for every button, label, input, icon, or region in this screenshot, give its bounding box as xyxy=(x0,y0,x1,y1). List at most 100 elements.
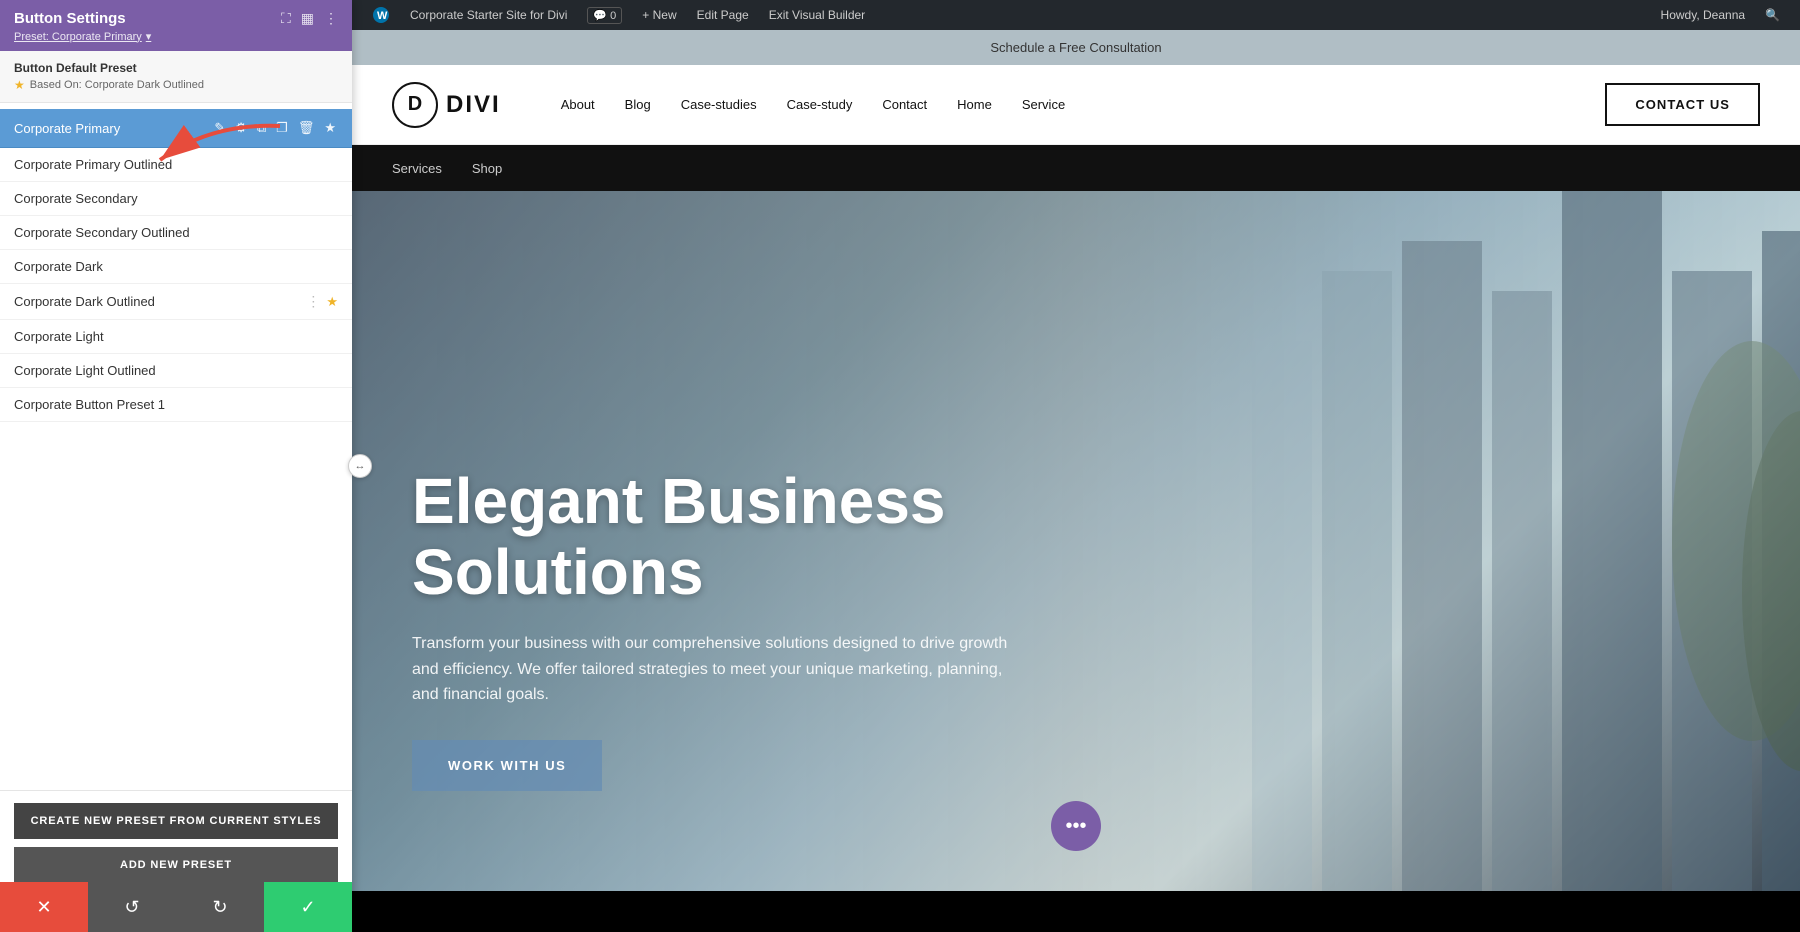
nav-link-contact[interactable]: Contact xyxy=(882,97,927,112)
wp-logo-button[interactable]: W xyxy=(362,0,400,30)
nav-link-home[interactable]: Home xyxy=(957,97,992,112)
save-icon: ✓ xyxy=(300,897,315,918)
preset-item-label: Corporate Light xyxy=(14,329,338,344)
preset-item-actions: ✎ ⚙ ⧉ ❐ 🗑 ★ xyxy=(212,118,338,138)
site-logo[interactable]: D DIVI xyxy=(392,82,501,128)
default-preset-based: ★ Based On: Corporate Dark Outlined xyxy=(14,78,338,92)
cancel-button[interactable]: ✕ xyxy=(0,882,88,932)
nav-link-shop[interactable]: Shop xyxy=(472,161,502,176)
save-button[interactable]: ✓ xyxy=(264,882,352,932)
nav-link-case-studies[interactable]: Case-studies xyxy=(681,97,757,112)
svg-text:W: W xyxy=(377,10,388,22)
preset-dropdown-icon: ▾ xyxy=(146,30,152,43)
panel-header-icons: ⛶ ▦ ⋮ xyxy=(281,10,338,27)
star-icon[interactable]: ★ xyxy=(326,294,338,310)
settings-panel: Button Settings ⛶ ▦ ⋮ Preset: Corporate … xyxy=(0,0,352,932)
main-nav: D DIVI About Blog Case-studies Case-stud… xyxy=(352,65,1800,145)
preset-item-label: Corporate Primary Outlined xyxy=(14,157,338,172)
create-preset-button[interactable]: CREATE NEW PRESET FROM CURRENT STYLES xyxy=(14,803,338,839)
contact-us-button[interactable]: CONTACT US xyxy=(1605,83,1760,126)
logo-text: DIVI xyxy=(446,91,501,119)
preset-item-corporate-primary[interactable]: Corporate Primary ✎ ⚙ ⧉ ❐ 🗑 ★ xyxy=(0,109,352,148)
more-icon[interactable]: ⋮ xyxy=(306,293,320,310)
website-preview: W Corporate Starter Site for Divi 💬 0 + … xyxy=(352,0,1800,932)
comments-icon: 💬 xyxy=(593,10,607,22)
preset-label-text: Preset: Corporate Primary xyxy=(14,31,142,43)
logo-letter: D xyxy=(408,93,422,116)
panel-header: Button Settings ⛶ ▦ ⋮ Preset: Corporate … xyxy=(0,0,352,51)
hero-content: Elegant Business Solutions Transform you… xyxy=(412,466,1112,791)
hero-cta-button[interactable]: WORK WITH US xyxy=(412,740,602,791)
more-options-icon[interactable]: ⋮ xyxy=(324,10,338,27)
nav-link-service[interactable]: Service xyxy=(1022,97,1065,112)
hero-subtitle: Transform your business with our compreh… xyxy=(412,631,1012,708)
resize-handle[interactable]: ↔ xyxy=(348,454,372,478)
preset-item-label: Corporate Dark xyxy=(14,259,338,274)
delete-icon[interactable]: 🗑 xyxy=(296,118,317,138)
site-name-link[interactable]: Corporate Starter Site for Divi xyxy=(400,0,577,30)
hero-title: Elegant Business Solutions xyxy=(412,466,1112,607)
new-button[interactable]: + New xyxy=(632,0,686,30)
settings-icon[interactable]: ⚙ xyxy=(233,118,249,138)
search-icon: 🔍 xyxy=(1765,8,1780,22)
columns-icon[interactable]: ▦ xyxy=(301,10,314,27)
preset-item-corporate-secondary-outlined[interactable]: Corporate Secondary Outlined xyxy=(0,216,352,250)
preset-item-corporate-light-outlined[interactable]: Corporate Light Outlined xyxy=(0,354,352,388)
bottom-toolbar: ✕ ↺ ↻ ✓ xyxy=(0,882,352,932)
edit-icon[interactable]: ✎ xyxy=(212,118,227,138)
site-name-text: Corporate Starter Site for Divi xyxy=(410,8,567,22)
preset-item-corporate-dark[interactable]: Corporate Dark xyxy=(0,250,352,284)
hero-section: Elegant Business Solutions Transform you… xyxy=(352,191,1800,891)
preset-item-label: Corporate Secondary xyxy=(14,191,338,206)
secondary-nav: Services Shop xyxy=(352,145,1800,191)
preset-item-label: Corporate Primary xyxy=(14,121,212,136)
admin-search-button[interactable]: 🔍 xyxy=(1755,0,1790,30)
preset-item-corporate-primary-outlined[interactable]: Corporate Primary Outlined xyxy=(0,148,352,182)
top-bar-text: Schedule a Free Consultation xyxy=(990,40,1161,55)
copy-icon[interactable]: ⧉ xyxy=(255,118,268,138)
howdy-text: Howdy, Deanna xyxy=(1651,8,1756,22)
nav-link-blog[interactable]: Blog xyxy=(625,97,651,112)
based-on-text: Based On: Corporate Dark Outlined xyxy=(30,79,204,91)
preset-item-corporate-dark-outlined[interactable]: Corporate Dark Outlined ⋮ ★ xyxy=(0,284,352,320)
undo-button[interactable]: ↺ xyxy=(88,882,176,932)
preset-selector[interactable]: Preset: Corporate Primary ▾ xyxy=(14,30,338,43)
top-bar: Schedule a Free Consultation xyxy=(352,30,1800,65)
preset-item-corporate-light[interactable]: Corporate Light xyxy=(0,320,352,354)
duplicate-icon[interactable]: ❐ xyxy=(274,118,290,138)
preset-item-label: Corporate Light Outlined xyxy=(14,363,338,378)
comment-bubble: 💬 0 xyxy=(587,7,622,24)
logo-circle: D xyxy=(392,82,438,128)
preset-item-corporate-button-preset-1[interactable]: Corporate Button Preset 1 xyxy=(0,388,352,422)
panel-title: Button Settings xyxy=(14,10,126,27)
comments-count: 0 xyxy=(610,10,616,22)
new-label: + New xyxy=(642,8,676,22)
edit-page-link[interactable]: Edit Page xyxy=(687,0,759,30)
primary-nav-links: About Blog Case-studies Case-study Conta… xyxy=(561,97,1606,112)
default-preset-title: Button Default Preset xyxy=(14,61,338,75)
add-preset-button[interactable]: ADD NEW PRESET xyxy=(14,847,338,883)
preset-item-label: Corporate Dark Outlined xyxy=(14,294,306,309)
undo-icon: ↺ xyxy=(124,897,139,918)
star-icon: ★ xyxy=(14,78,25,92)
star-active-icon[interactable]: ★ xyxy=(322,118,338,138)
exit-builder-link[interactable]: Exit Visual Builder xyxy=(759,0,876,30)
redo-button[interactable]: ↻ xyxy=(176,882,264,932)
nav-link-about[interactable]: About xyxy=(561,97,595,112)
preset-list: Corporate Primary ✎ ⚙ ⧉ ❐ 🗑 ★ Corporate … xyxy=(0,103,352,790)
nav-link-services[interactable]: Services xyxy=(392,161,442,176)
preset-item-label: Corporate Button Preset 1 xyxy=(14,397,338,412)
nav-link-case-study[interactable]: Case-study xyxy=(787,97,853,112)
site-header: Schedule a Free Consultation D DIVI Abou… xyxy=(352,30,1800,191)
wp-admin-bar: W Corporate Starter Site for Divi 💬 0 + … xyxy=(352,0,1800,30)
floating-dots-button[interactable]: ••• xyxy=(1051,801,1101,851)
preset-item-corporate-secondary[interactable]: Corporate Secondary xyxy=(0,182,352,216)
admin-bar-right: Howdy, Deanna 🔍 xyxy=(1651,0,1790,30)
fullscreen-icon[interactable]: ⛶ xyxy=(281,10,291,27)
preset-item-actions: ⋮ ★ xyxy=(306,293,338,310)
redo-icon: ↻ xyxy=(212,897,227,918)
cancel-icon: ✕ xyxy=(36,897,51,918)
comments-link[interactable]: 💬 0 xyxy=(577,0,632,30)
preset-item-label: Corporate Secondary Outlined xyxy=(14,225,338,240)
edit-page-label: Edit Page xyxy=(697,8,749,22)
